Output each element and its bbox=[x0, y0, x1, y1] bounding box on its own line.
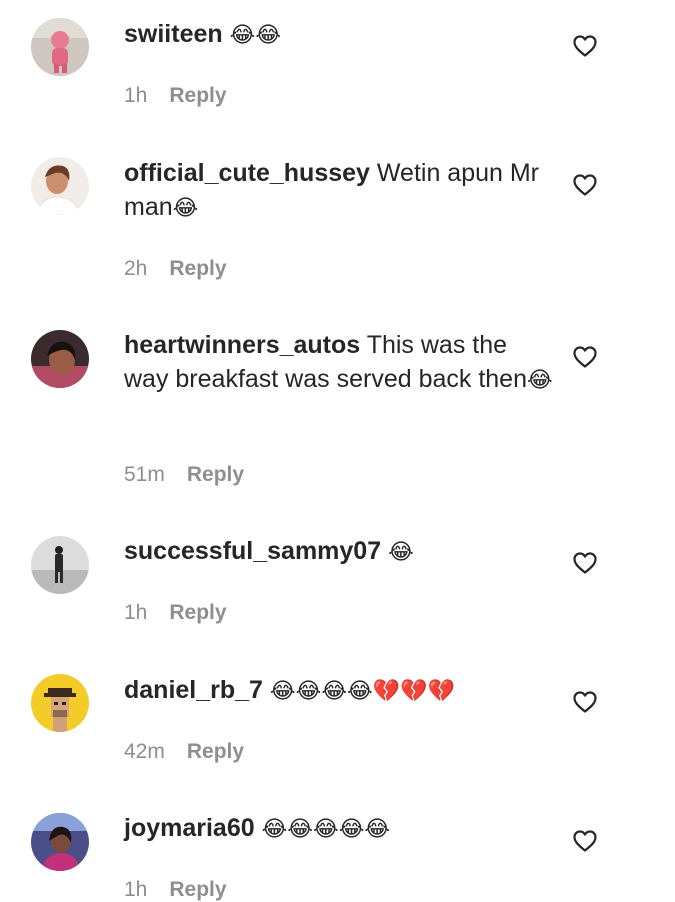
username[interactable]: swiiteen bbox=[124, 20, 223, 48]
comment-meta: 1h Reply bbox=[124, 878, 227, 902]
timestamp: 2h bbox=[124, 257, 148, 280]
laughing-emoji-icon: 😂 bbox=[526, 367, 553, 392]
comment-body: daniel_rb_7 😂😂😂😂💔💔💔 bbox=[124, 673, 554, 708]
comment-meta: 51m Reply bbox=[124, 463, 244, 487]
comment-body: swiiteen 😂😂 bbox=[124, 17, 554, 52]
comment-body: joymaria60 😂😂😂😂😂 bbox=[124, 811, 554, 846]
comment-body: official_cute_hussey Wetin apun Mr man😂 bbox=[124, 156, 554, 225]
laughing-emoji-icon: 😂😂 bbox=[229, 22, 282, 47]
avatar[interactable] bbox=[31, 813, 89, 871]
timestamp: 42m bbox=[124, 740, 165, 763]
reply-button[interactable]: Reply bbox=[187, 463, 244, 486]
heart-outline-icon[interactable] bbox=[573, 830, 597, 852]
avatar[interactable] bbox=[31, 330, 89, 388]
heart-outline-icon[interactable] bbox=[573, 35, 597, 57]
username[interactable]: joymaria60 bbox=[124, 814, 255, 842]
timestamp: 1h bbox=[124, 84, 148, 107]
reply-button[interactable]: Reply bbox=[169, 257, 226, 280]
avatar[interactable] bbox=[31, 18, 89, 76]
comment-body: heartwinners_autos This was the way brea… bbox=[124, 328, 554, 397]
avatar[interactable] bbox=[31, 157, 89, 215]
comment-meta: 2h Reply bbox=[124, 257, 227, 281]
heart-outline-icon[interactable] bbox=[573, 691, 597, 713]
reply-button[interactable]: Reply bbox=[169, 601, 226, 624]
avatar[interactable] bbox=[31, 536, 89, 594]
reply-button[interactable]: Reply bbox=[169, 84, 226, 107]
comment-meta: 42m Reply bbox=[124, 740, 244, 764]
comment-meta: 1h Reply bbox=[124, 84, 227, 108]
comment-body: successful_sammy07 😂 bbox=[124, 534, 554, 569]
username[interactable]: heartwinners_autos bbox=[124, 331, 360, 359]
heart-outline-icon[interactable] bbox=[573, 552, 597, 574]
emoji-reactions-icon: 😂😂😂😂💔💔💔 bbox=[269, 678, 455, 703]
timestamp: 1h bbox=[124, 601, 148, 624]
laughing-emoji-icon: 😂😂😂😂😂 bbox=[261, 816, 391, 841]
laughing-emoji-icon: 😂 bbox=[172, 195, 199, 220]
comment-meta: 1h Reply bbox=[124, 601, 227, 625]
avatar[interactable] bbox=[31, 674, 89, 732]
laughing-emoji-icon: 😂 bbox=[388, 539, 414, 564]
reply-button[interactable]: Reply bbox=[187, 740, 244, 763]
timestamp: 51m bbox=[124, 463, 165, 486]
username[interactable]: successful_sammy07 bbox=[124, 537, 381, 565]
heart-outline-icon[interactable] bbox=[573, 174, 597, 196]
username[interactable]: daniel_rb_7 bbox=[124, 676, 263, 704]
username[interactable]: official_cute_hussey bbox=[124, 159, 370, 187]
heart-outline-icon[interactable] bbox=[573, 346, 597, 368]
